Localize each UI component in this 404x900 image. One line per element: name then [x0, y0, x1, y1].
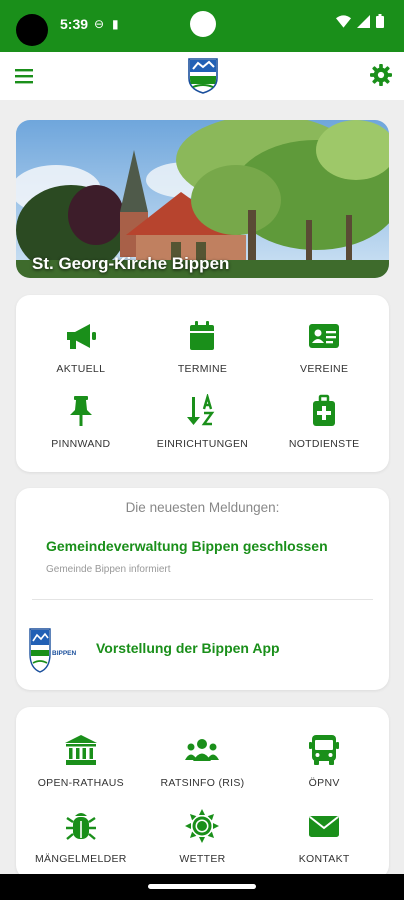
menu-tile-open-rathaus[interactable]: OPEN-RATHAUS — [20, 733, 142, 809]
news-item-title[interactable]: Vorstellung der Bippen App — [96, 640, 280, 656]
menu-tile-pinnwand[interactable]: PINNWAND — [20, 394, 142, 469]
menu-tile-einrichtungen[interactable]: EINRICHTUNGEN — [142, 394, 264, 469]
tile-label: OPEN-RATHAUS — [37, 777, 124, 789]
tile-label: TERMINE — [177, 363, 228, 375]
home-gesture-handle[interactable] — [148, 884, 256, 889]
wifi-icon — [336, 14, 351, 28]
tile-label: RATSINFO (RIS) — [160, 777, 245, 789]
camera-cutout — [16, 14, 48, 46]
status-bar: 5:39 ⊖ ▮ — [0, 0, 404, 52]
bippen-coat-of-arms-logo — [188, 58, 218, 94]
sim-card-icon: ▮ — [112, 17, 119, 31]
divider — [32, 599, 373, 600]
calendar-icon — [190, 321, 215, 350]
sun-icon — [185, 809, 220, 843]
envelope-icon — [309, 816, 340, 837]
tile-label: PINNWAND — [51, 438, 111, 450]
tile-label: EINRICHTUNGEN — [156, 438, 249, 450]
tile-label: KONTAKT — [298, 853, 350, 865]
tile-label: WETTER — [179, 853, 226, 865]
menu-tile-ratsinfo[interactable]: RATSINFO (RIS) — [142, 733, 264, 809]
bus-icon — [309, 735, 340, 765]
status-time: 5:39 — [60, 16, 89, 32]
bug-icon — [65, 813, 96, 840]
menu-tile-termine[interactable]: TERMINE — [142, 319, 264, 394]
notification-dot — [190, 11, 216, 37]
first-aid-kit-icon — [313, 394, 336, 426]
hamburger-menu-icon[interactable] — [12, 64, 36, 88]
people-group-icon — [185, 739, 220, 761]
menu-tile-notdienste[interactable]: NOTDIENSTE — [263, 394, 385, 469]
tile-label: ÖPNV — [308, 777, 340, 789]
news-heading: Die neuesten Meldungen: — [125, 500, 280, 515]
news-card: Die neuesten Meldungen: Gemeindeverwaltu… — [16, 488, 389, 690]
dnd-icon: ⊖ — [94, 17, 105, 31]
pin-icon — [69, 396, 92, 426]
tile-label: VEREINE — [300, 363, 349, 375]
signal-icon — [357, 14, 370, 28]
sort-az-icon — [187, 394, 215, 426]
news-item-subtitle: Gemeinde Bippen informiert — [46, 564, 171, 575]
megaphone-icon — [66, 324, 96, 349]
main-menu-card: AKTUELL TERMINE VEREINE PINNWAND EINRICH… — [16, 295, 389, 472]
tile-label: AKTUELL — [56, 363, 106, 375]
app-bar — [0, 52, 404, 100]
id-card-icon — [309, 324, 340, 348]
tile-label: MÄNGELMELDER — [34, 853, 127, 865]
battery-icon — [376, 14, 384, 28]
bippen-app-logo-icon[interactable]: BIPPEN — [28, 628, 82, 674]
gear-icon[interactable] — [370, 64, 392, 86]
logo-wordmark: BIPPEN — [52, 650, 77, 657]
system-navigation-bar — [0, 874, 404, 900]
menu-tile-aktuell[interactable]: AKTUELL — [20, 319, 142, 394]
news-item-title[interactable]: Gemeindeverwaltung Bippen geschlossen — [46, 538, 328, 554]
tile-label: NOTDIENSTE — [288, 438, 360, 450]
services-menu-card: OPEN-RATHAUS RATSINFO (RIS) ÖPNV MÄNGELM… — [16, 707, 389, 879]
town-hall-icon — [64, 735, 97, 765]
hero-caption: St. Georg-Kirche Bippen — [32, 254, 230, 273]
menu-tile-vereine[interactable]: VEREINE — [263, 319, 385, 394]
hero-image-card[interactable]: St. Georg-Kirche Bippen — [16, 120, 389, 278]
menu-tile-oepnv[interactable]: ÖPNV — [263, 733, 385, 809]
